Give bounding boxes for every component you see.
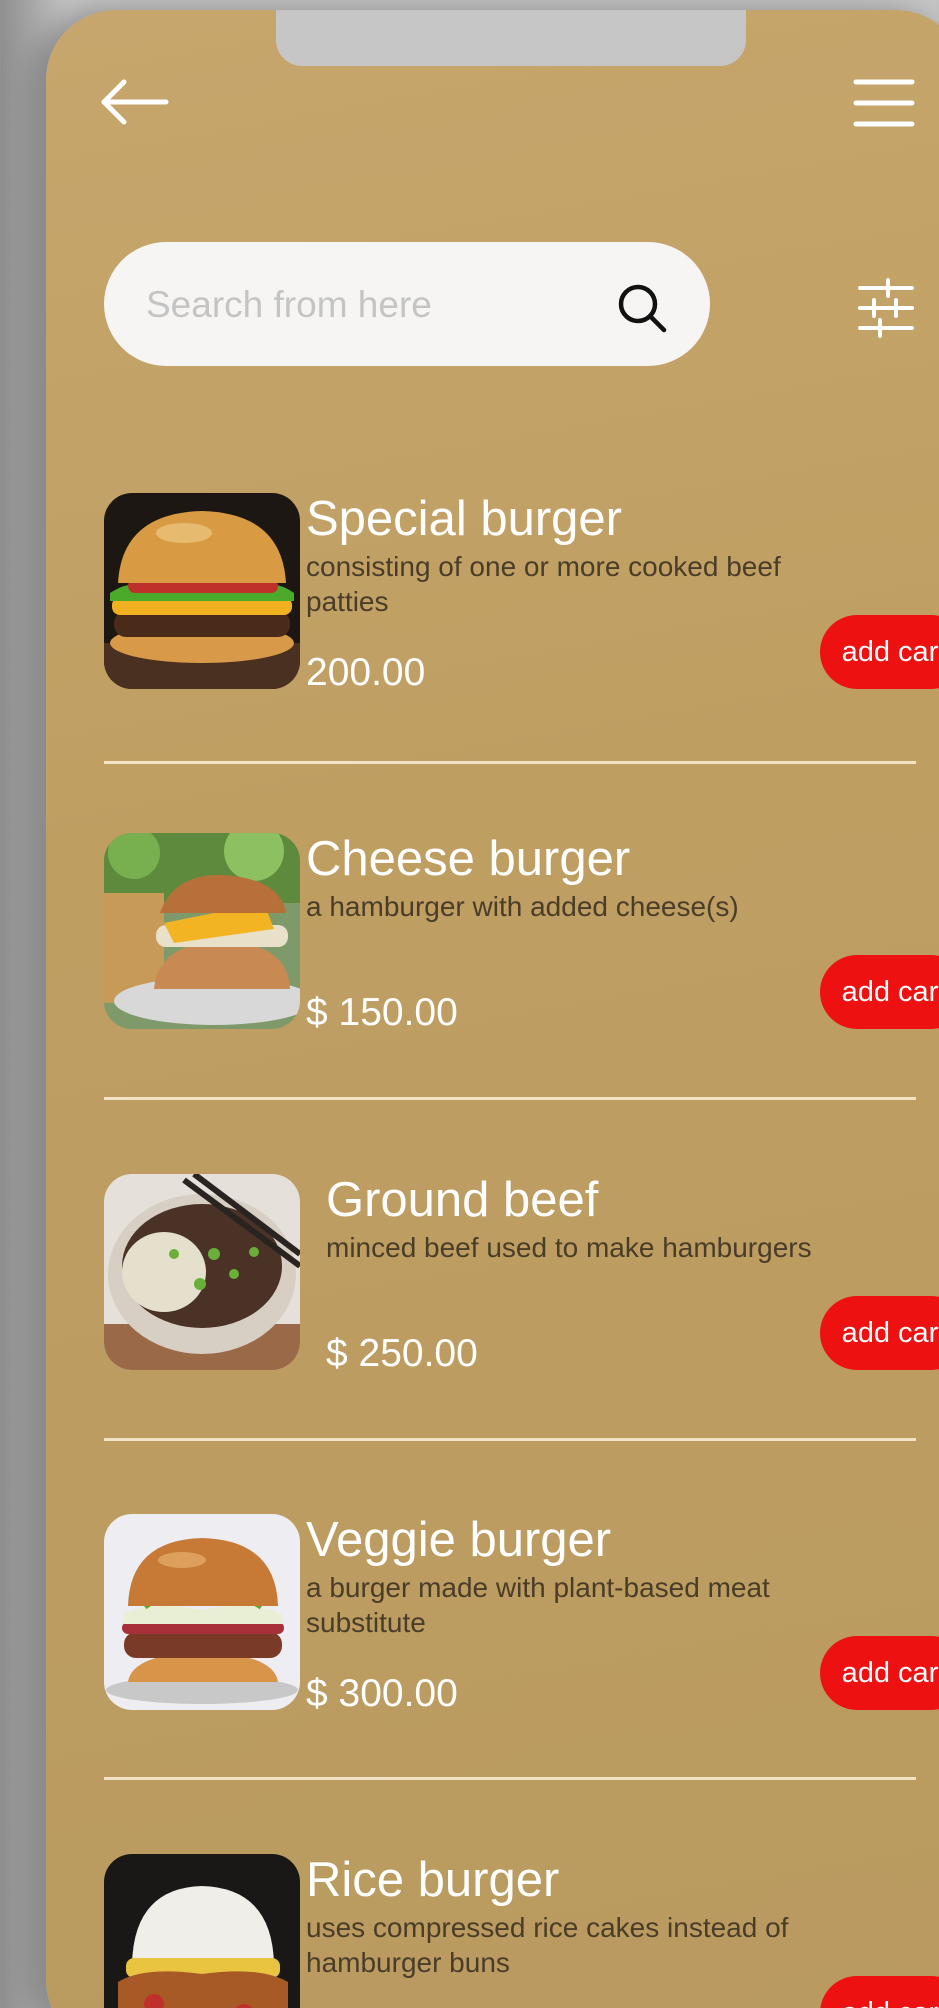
product-price: $ 150.00 bbox=[306, 991, 458, 1034]
list-item[interactable]: Special burger consisting of one or more… bbox=[104, 492, 939, 694]
product-description: a burger made with plant-based meat subs… bbox=[306, 1572, 770, 1638]
veggie-burger-image bbox=[104, 1514, 300, 1710]
list-item[interactable]: Rice burger uses compressed rice cakes i… bbox=[104, 1853, 939, 2008]
product-price: 200.00 bbox=[306, 651, 426, 694]
product-description: minced beef used to make hamburgers bbox=[326, 1232, 812, 1263]
product-description: a hamburger with added cheese(s) bbox=[306, 891, 739, 922]
add-cart-button[interactable]: add cart bbox=[820, 1636, 939, 1710]
divider bbox=[104, 1777, 916, 1780]
product-name: Rice burger bbox=[306, 1853, 560, 1907]
back-button[interactable] bbox=[96, 72, 176, 132]
divider bbox=[104, 1097, 916, 1100]
add-cart-button[interactable]: add cart bbox=[820, 955, 939, 1029]
product-name: Special burger bbox=[306, 492, 622, 546]
filter-button[interactable] bbox=[858, 278, 914, 338]
product-price: $ 300.00 bbox=[306, 1672, 458, 1715]
product-name: Veggie burger bbox=[306, 1513, 612, 1567]
sliders-filter-icon bbox=[858, 278, 914, 338]
list-item[interactable]: Ground beef minced beef used to make ham… bbox=[104, 1173, 939, 1375]
list-item[interactable]: Veggie burger a burger made with plant-b… bbox=[104, 1513, 939, 1715]
rice-burger-image bbox=[104, 1854, 300, 2008]
ground-beef-image bbox=[104, 1174, 300, 1370]
add-cart-button[interactable]: add cart bbox=[820, 1296, 939, 1370]
search-input[interactable] bbox=[144, 272, 588, 338]
add-cart-button[interactable]: add cart bbox=[820, 1976, 939, 2008]
product-name: Cheese burger bbox=[306, 832, 631, 886]
special-burger-image bbox=[104, 493, 300, 689]
list-item[interactable]: Cheese burger a hamburger with added che… bbox=[104, 832, 939, 1034]
menu-button[interactable] bbox=[852, 76, 916, 130]
product-price: $ 250.00 bbox=[326, 1332, 478, 1375]
arrow-left-icon bbox=[101, 79, 169, 125]
product-description: uses compressed rice cakes instead of ha… bbox=[306, 1912, 789, 1978]
add-cart-button[interactable]: add cart bbox=[820, 615, 939, 689]
product-name: Ground beef bbox=[326, 1173, 599, 1227]
search-icon[interactable] bbox=[616, 282, 668, 334]
phone-screen: Special burger consisting of one or more… bbox=[46, 10, 939, 2008]
search-bar bbox=[104, 242, 710, 366]
cheese-burger-image bbox=[104, 833, 300, 1029]
divider bbox=[104, 1438, 916, 1441]
hamburger-menu-icon bbox=[853, 79, 915, 127]
product-description: consisting of one or more cooked beef pa… bbox=[306, 551, 781, 617]
divider bbox=[104, 761, 916, 764]
phone-notch bbox=[276, 10, 746, 66]
